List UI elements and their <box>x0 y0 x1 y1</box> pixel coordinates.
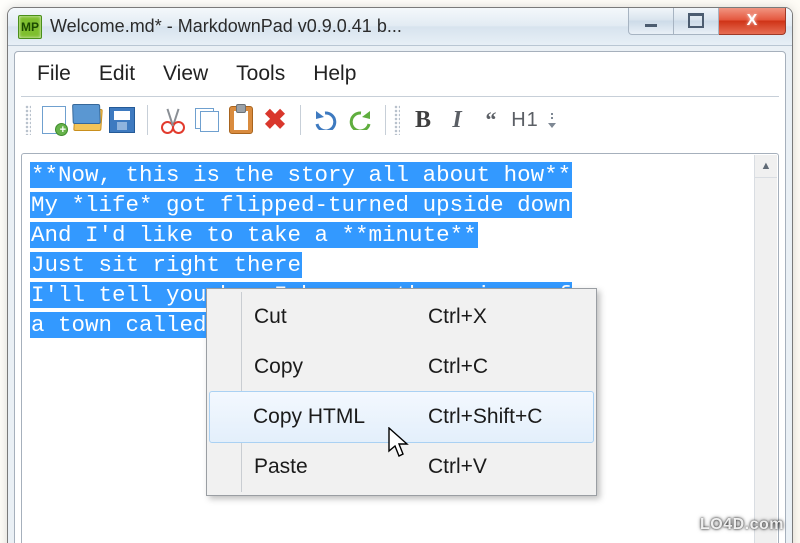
context-item-shortcut: Ctrl+Shift+C <box>428 405 593 429</box>
titlebar[interactable]: MP Welcome.md* - MarkdownPad v0.9.0.41 b… <box>8 8 792 46</box>
selected-text: My *life* got flipped-turned upside down <box>30 192 572 218</box>
redo-icon <box>347 110 373 130</box>
menu-view[interactable]: View <box>153 59 226 89</box>
delete-icon: ✖ <box>263 106 286 134</box>
context-paste[interactable]: Paste Ctrl+V <box>210 442 593 492</box>
new-document-icon <box>42 106 66 134</box>
save-icon <box>109 107 135 133</box>
minimize-icon <box>645 24 657 27</box>
context-item-shortcut: Ctrl+V <box>428 455 593 479</box>
context-item-shortcut: Ctrl+C <box>428 355 593 379</box>
menu-help[interactable]: Help <box>303 59 374 89</box>
save-button[interactable] <box>105 103 139 137</box>
toolbar-grip[interactable] <box>25 105 31 135</box>
context-copy-html[interactable]: Copy HTML Ctrl+Shift+C <box>209 391 594 443</box>
context-copy[interactable]: Copy Ctrl+C <box>210 342 593 392</box>
close-button[interactable]: X <box>719 7 786 35</box>
selected-text: And I'd like to take a **minute** <box>30 222 478 248</box>
minimize-button[interactable] <box>628 7 674 35</box>
toolbar-overflow[interactable] <box>546 105 558 135</box>
context-cut[interactable]: Cut Ctrl+X <box>210 292 593 342</box>
menubar: File Edit View Tools Help <box>15 52 785 96</box>
quote-icon: “ <box>486 109 497 131</box>
folder-open-icon <box>73 109 103 131</box>
quote-button[interactable]: “ <box>474 103 508 137</box>
undo-icon <box>313 110 339 130</box>
context-item-shortcut: Ctrl+X <box>428 305 593 329</box>
h1-icon: H1 <box>511 110 539 130</box>
heading1-button[interactable]: H1 <box>508 103 542 137</box>
toolbar-grip-2[interactable] <box>394 105 400 135</box>
italic-icon: I <box>452 108 461 132</box>
toolbar: ✖ B I “ H1 <box>15 97 785 145</box>
paste-button[interactable] <box>224 103 258 137</box>
copy-icon <box>195 108 219 132</box>
bold-button[interactable]: B <box>406 103 440 137</box>
selected-text: **Now, this is the story all about how** <box>30 162 572 188</box>
menu-tools[interactable]: Tools <box>226 59 303 89</box>
clipboard-icon <box>229 106 253 134</box>
context-item-label: Copy HTML <box>253 405 428 429</box>
scissors-icon <box>161 108 185 132</box>
vertical-scrollbar[interactable]: ▲ <box>754 155 777 543</box>
maximize-icon <box>688 13 704 28</box>
context-item-label: Copy <box>254 355 428 379</box>
menu-edit[interactable]: Edit <box>89 59 153 89</box>
copy-button[interactable] <box>190 103 224 137</box>
context-item-label: Paste <box>254 455 428 479</box>
cut-button[interactable] <box>156 103 190 137</box>
app-icon: MP <box>18 15 42 39</box>
redo-button[interactable] <box>343 103 377 137</box>
maximize-button[interactable] <box>674 7 719 35</box>
new-document-button[interactable] <box>37 103 71 137</box>
italic-button[interactable]: I <box>440 103 474 137</box>
bold-icon: B <box>415 108 431 132</box>
scroll-up-icon[interactable]: ▲ <box>755 155 777 178</box>
selected-text: Just sit right there <box>30 252 302 278</box>
undo-button[interactable] <box>309 103 343 137</box>
delete-button[interactable]: ✖ <box>258 103 292 137</box>
context-item-label: Cut <box>254 305 428 329</box>
context-menu: Cut Ctrl+X Copy Ctrl+C Copy HTML Ctrl+Sh… <box>206 288 597 496</box>
menu-file[interactable]: File <box>27 59 89 89</box>
close-icon: X <box>747 12 758 30</box>
watermark: LO4D.com <box>700 517 784 533</box>
open-button[interactable] <box>71 103 105 137</box>
